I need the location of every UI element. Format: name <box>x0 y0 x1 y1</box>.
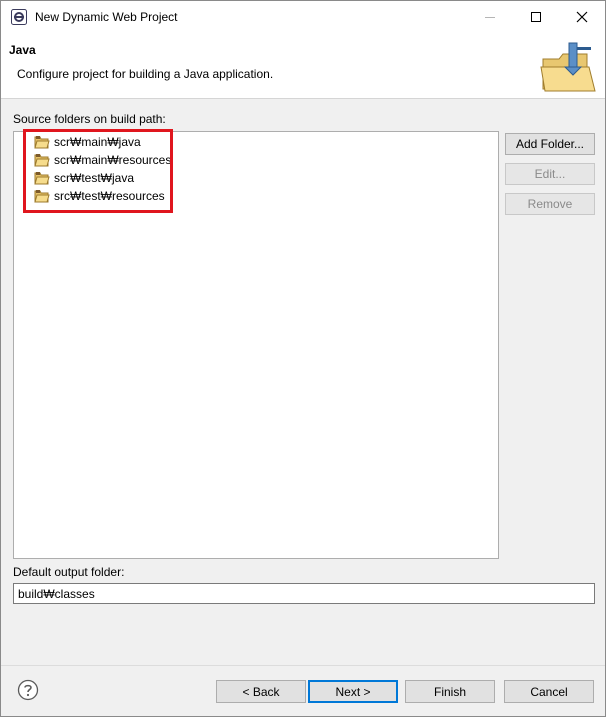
page-title: Java <box>9 43 36 57</box>
add-folder-button[interactable]: Add Folder... <box>505 133 595 155</box>
title-bar: New Dynamic Web Project <box>1 1 605 33</box>
remove-button[interactable]: Remove <box>505 193 595 215</box>
java-folder-banner-icon <box>539 39 599 95</box>
maximize-button[interactable] <box>513 1 559 33</box>
close-icon <box>576 11 588 23</box>
list-item[interactable]: scr₩test₩java <box>34 169 134 187</box>
source-folder-icon <box>34 190 50 203</box>
finish-button[interactable]: Finish <box>405 680 495 703</box>
output-folder-field[interactable]: build₩classes <box>13 583 595 604</box>
window-title: New Dynamic Web Project <box>35 10 178 24</box>
source-folder-icon <box>34 172 50 185</box>
help-icon[interactable] <box>17 679 39 701</box>
next-button[interactable]: Next > <box>308 680 398 703</box>
wizard-header: Java Configure project for building a Ja… <box>1 33 605 99</box>
dialog-window: New Dynamic Web Project Java Configure p… <box>0 0 606 717</box>
maximize-icon <box>531 12 541 22</box>
page-description: Configure project for building a Java ap… <box>17 67 274 81</box>
close-button[interactable] <box>559 1 605 33</box>
minimize-button[interactable] <box>467 1 513 33</box>
list-item-label: scr₩test₩java <box>54 171 135 185</box>
cancel-button[interactable]: Cancel <box>504 680 594 703</box>
list-item[interactable]: scr₩main₩resources <box>34 151 171 169</box>
list-item-label: src₩test₩resources <box>54 189 165 203</box>
list-item-label: scr₩main₩resources <box>54 153 172 167</box>
output-folder-label: Default output folder: <box>13 565 125 579</box>
source-folder-icon <box>34 154 50 167</box>
source-folders-label: Source folders on build path: <box>13 112 166 126</box>
eclipse-icon <box>11 9 27 25</box>
minimize-icon <box>485 17 495 18</box>
list-item[interactable]: scr₩main₩java <box>34 133 141 151</box>
back-button[interactable]: < Back <box>216 680 306 703</box>
list-item-label: scr₩main₩java <box>54 135 141 149</box>
edit-button[interactable]: Edit... <box>505 163 595 185</box>
list-item[interactable]: src₩test₩resources <box>34 187 165 205</box>
source-folder-icon <box>34 136 50 149</box>
separator <box>1 665 605 666</box>
source-folders-list[interactable]: scr₩main₩java scr₩main₩resources scr₩tes… <box>13 131 499 559</box>
